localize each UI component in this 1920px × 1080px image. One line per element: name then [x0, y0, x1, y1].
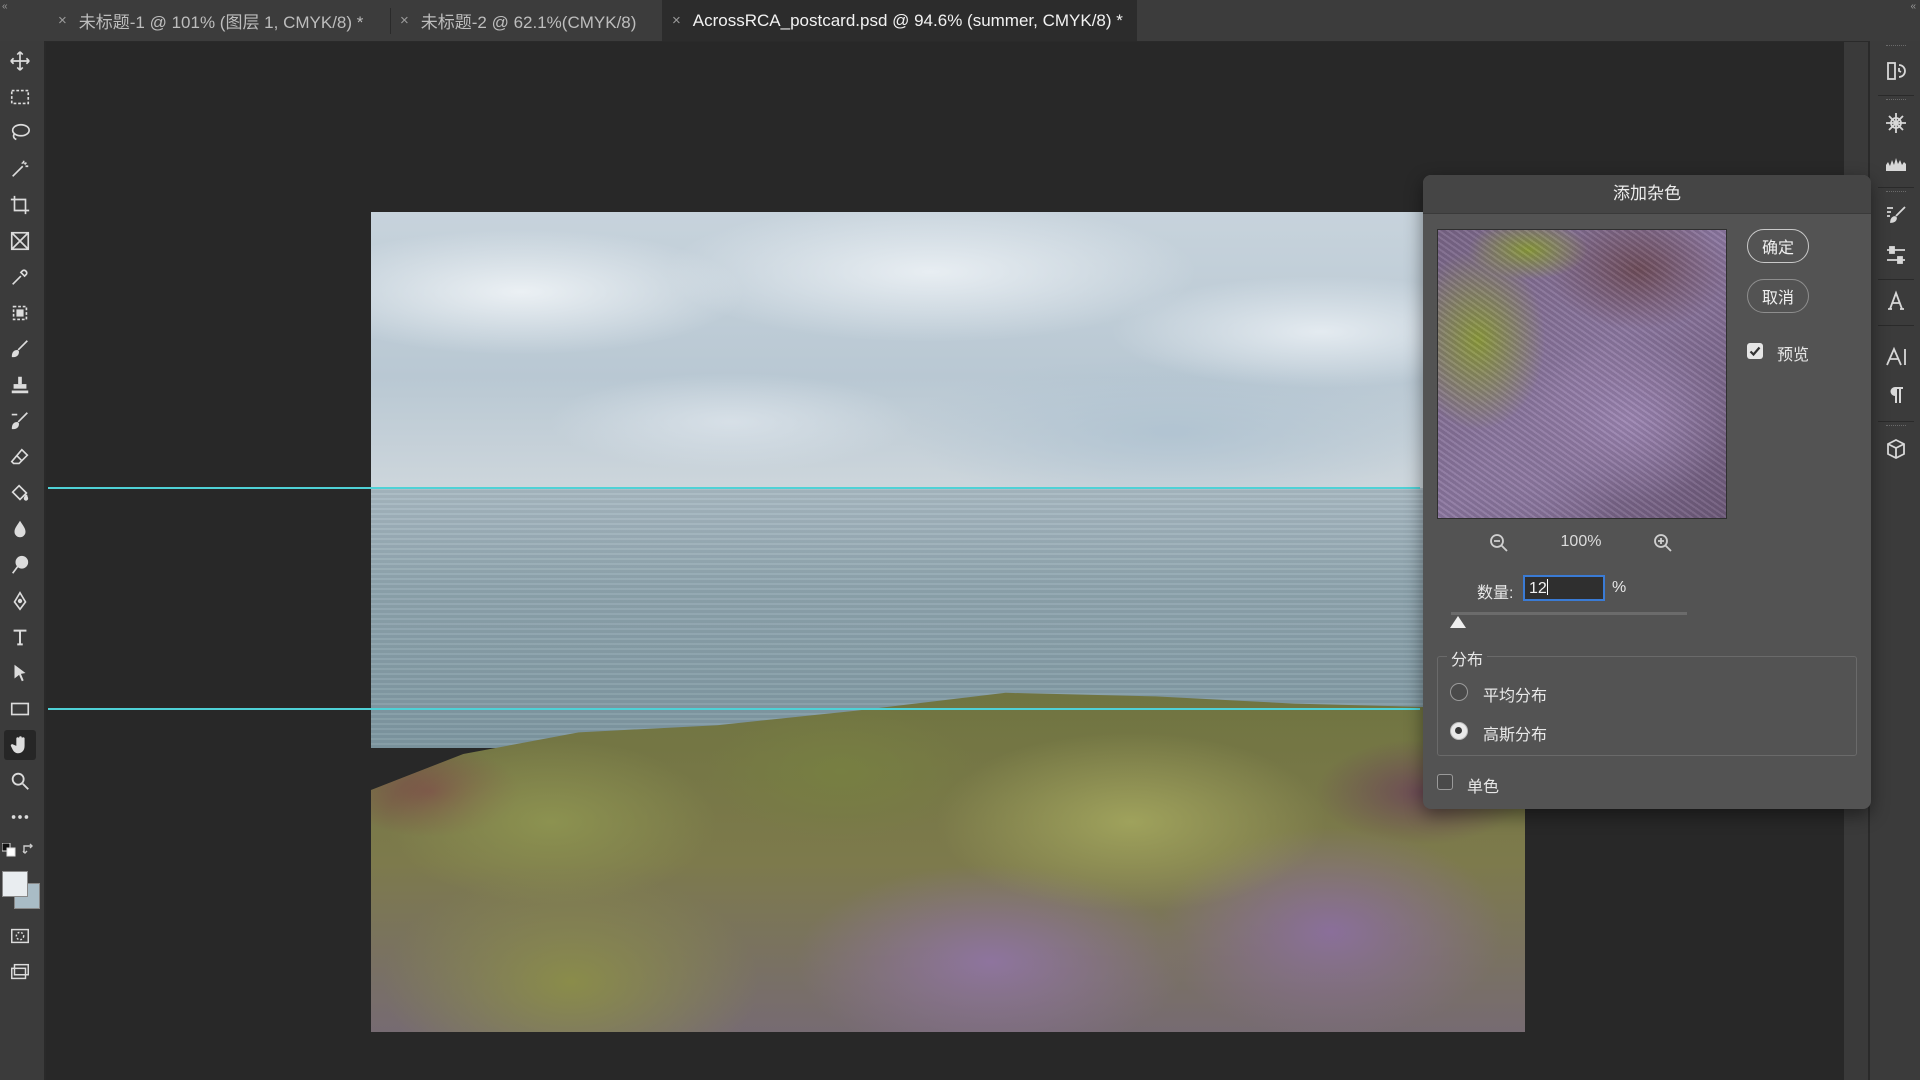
panel-grip[interactable]	[1886, 425, 1906, 428]
uniform-distribution-radio[interactable]	[1450, 683, 1468, 701]
dialog-title: 添加杂色	[1423, 175, 1871, 214]
paragraph-icon[interactable]	[1880, 379, 1912, 411]
histogram-icon[interactable]	[1880, 147, 1912, 179]
panel-divider	[1878, 279, 1914, 280]
horizontal-guide[interactable]	[48, 487, 1420, 489]
uniform-distribution-label: 平均分布	[1483, 688, 1548, 705]
zoom-out-icon[interactable]	[1487, 531, 1511, 555]
preview-label: 预览	[1777, 347, 1810, 364]
image-sky-region	[371, 212, 1525, 488]
panel-divider	[1878, 325, 1914, 326]
tab-close-icon[interactable]: ×	[58, 12, 67, 29]
panel-grip[interactable]	[1886, 191, 1906, 194]
tab-title: 未标题-2 @ 62.1%(CMYK/8)	[420, 13, 637, 32]
navigator-icon[interactable]	[1880, 107, 1912, 139]
horizontal-guide[interactable]	[48, 708, 1420, 710]
ok-button[interactable]: 确定	[1747, 229, 1809, 263]
tab-untitled-1[interactable]: × 未标题-1 @ 101% (图层 1, CMYK/8) *	[58, 0, 363, 41]
tab-divider	[390, 8, 391, 34]
glyphs-icon[interactable]	[1880, 285, 1912, 317]
preview-checkbox[interactable]	[1747, 343, 1763, 359]
foreground-color-swatch[interactable]	[2, 871, 28, 897]
filter-preview[interactable]	[1437, 229, 1727, 519]
amount-value: 12	[1529, 580, 1547, 597]
cancel-button[interactable]: 取消	[1747, 279, 1809, 313]
toolbar-collapse-icon[interactable]: «	[2, 2, 8, 12]
panels-collapse-icon[interactable]: «	[1910, 2, 1916, 12]
preview-texture	[1438, 230, 1726, 518]
gaussian-distribution-radio[interactable]	[1450, 722, 1468, 740]
monochromatic-checkbox[interactable]	[1437, 774, 1453, 790]
paint-bucket-icon[interactable]	[4, 478, 36, 508]
amount-input[interactable]: 12	[1523, 575, 1605, 601]
amount-label: 数量:	[1477, 585, 1514, 602]
checkmark-icon	[1749, 346, 1761, 357]
history-icon[interactable]	[1880, 55, 1912, 87]
preview-zoom-controls: 100%	[1437, 531, 1725, 555]
panel-grip[interactable]	[1886, 45, 1906, 48]
panel-divider	[1878, 95, 1914, 96]
tab-close-icon[interactable]: ×	[400, 12, 409, 29]
panel-divider	[1878, 421, 1914, 422]
move-tool-icon[interactable]	[4, 46, 36, 76]
amount-unit: %	[1612, 579, 1627, 596]
zoom-in-icon[interactable]	[1651, 531, 1675, 555]
tab-close-icon[interactable]: ×	[672, 12, 681, 29]
pen-icon[interactable]	[4, 586, 36, 616]
add-noise-dialog: 添加杂色 100% 确定 取消 预览 数量: 12 % 分布 平均分布 高斯分布…	[1423, 175, 1871, 809]
quick-mask-icon[interactable]	[4, 921, 36, 951]
dodge-icon[interactable]	[4, 550, 36, 580]
more-tools-icon[interactable]	[4, 802, 36, 832]
amount-slider-track[interactable]	[1451, 612, 1687, 615]
clone-stamp-icon[interactable]	[4, 370, 36, 400]
tab-title: 未标题-1 @ 101% (图层 1, CMYK/8) *	[78, 13, 364, 32]
text-cursor	[1546, 579, 1548, 595]
character-icon[interactable]	[1880, 341, 1912, 373]
hand-icon[interactable]	[4, 730, 36, 760]
tab-acrossrca-postcard[interactable]: × AcrossRCA_postcard.psd @ 94.6% (summer…	[662, 0, 1137, 41]
blur-icon[interactable]	[4, 514, 36, 544]
object-selection-icon[interactable]	[4, 298, 36, 328]
default-colors-icon[interactable]	[1, 842, 16, 857]
lasso-icon[interactable]	[4, 118, 36, 148]
tab-untitled-2[interactable]: × 未标题-2 @ 62.1%(CMYK/8)	[400, 0, 636, 41]
rectangle-icon[interactable]	[4, 694, 36, 724]
document-tab-bar: « × 未标题-1 @ 101% (图层 1, CMYK/8) * × 未标题-…	[0, 0, 1920, 42]
screen-mode-icon[interactable]	[4, 957, 36, 987]
panel-divider	[1878, 187, 1914, 188]
brushes-icon[interactable]	[1880, 199, 1912, 231]
adjustments-icon[interactable]	[1880, 239, 1912, 271]
tools-panel	[0, 41, 46, 1080]
magic-wand-icon[interactable]	[4, 154, 36, 184]
type-icon[interactable]	[4, 622, 36, 652]
tab-title: AcrossRCA_postcard.psd @ 94.6% (summer, …	[692, 10, 1123, 30]
rectangular-marquee-icon[interactable]	[4, 82, 36, 112]
photoshop-window: « × 未标题-1 @ 101% (图层 1, CMYK/8) * × 未标题-…	[0, 0, 1920, 1080]
panel-grip[interactable]	[1886, 99, 1906, 102]
3d-icon[interactable]	[1880, 433, 1912, 465]
amount-slider-thumb[interactable]	[1450, 616, 1467, 628]
zoom-icon[interactable]	[4, 766, 36, 796]
brush-icon[interactable]	[4, 334, 36, 364]
eyedropper-icon[interactable]	[4, 262, 36, 292]
swap-colors-icon[interactable]	[22, 843, 36, 857]
crop-icon[interactable]	[4, 190, 36, 220]
right-panel-dock	[1868, 41, 1920, 1080]
history-brush-icon[interactable]	[4, 406, 36, 436]
monochromatic-label: 单色	[1467, 779, 1500, 796]
preview-zoom-level: 100%	[1560, 533, 1602, 550]
distribution-label: 分布	[1447, 646, 1488, 670]
eraser-icon[interactable]	[4, 442, 36, 472]
frame-icon[interactable]	[4, 226, 36, 256]
path-selection-icon[interactable]	[4, 658, 36, 688]
gaussian-distribution-label: 高斯分布	[1483, 727, 1548, 744]
document-image[interactable]	[371, 212, 1525, 1032]
